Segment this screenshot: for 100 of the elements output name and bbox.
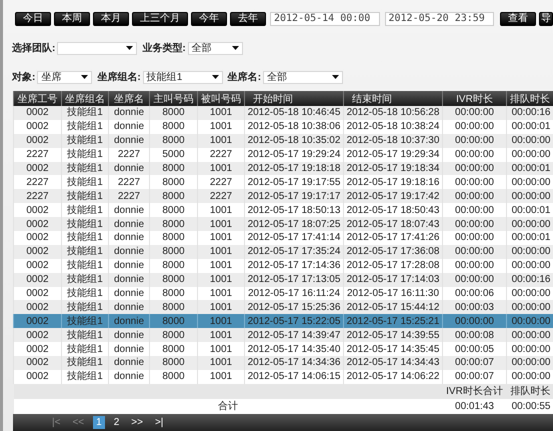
table-cell: 1001 (210, 218, 232, 230)
table-row[interactable]: 0002 技能组1 donnie 8000 1001 2012-05-17 14:06:15 2012-05-17 14:06:22 00:00:07 00:00:00 (14, 370, 552, 384)
date-range-button[interactable]: 本月 (93, 12, 129, 26)
start-date-field[interactable]: 2012-05-14 00:00 (270, 12, 380, 26)
date-range-button[interactable]: 上三个月 (132, 12, 188, 26)
filter-label: 坐席组名: (97, 70, 141, 84)
filter-label: 业务类型: (142, 42, 186, 55)
table-row[interactable]: 0002 技能组1 donnie 8000 1001 2012-05-18 10:38:06 2012-05-18 10:38:24 00:00:00 00:00:01 (14, 120, 552, 134)
date-range-button[interactable]: 去年 (230, 12, 266, 26)
table-cell: 00:00:07 (455, 357, 494, 368)
table-cell: 1001 (210, 302, 232, 313)
table-cell: 1001 (210, 107, 232, 118)
date-range-button[interactable]: 本周 (54, 12, 90, 26)
date-range-button[interactable]: 今日 (15, 12, 51, 26)
total-label: 合计 (218, 400, 238, 412)
table-cell: 1001 (210, 204, 232, 216)
date-range-button[interactable]: 今年 (191, 12, 227, 26)
table-row[interactable]: 0002 技能组1 donnie 8000 1001 2012-05-17 15:25:36 2012-05-17 15:44:12 00:00:03 00:00:00 (14, 300, 552, 314)
table-cell: 1001 (210, 316, 232, 327)
table-cell: 2012-05-17 17:28:08 (346, 260, 440, 272)
table-row[interactable]: 0002 技能组1 donnie 8000 1001 2012-05-17 15:22:05 2012-05-17 15:25:21 00:00:00 00:00:00 (14, 314, 552, 328)
table-row[interactable]: 2227 技能组1 2227 8000 2227 2012-05-17 19:17:17 2012-05-17 19:17:42 00:00:00 00:00:00 (14, 189, 552, 204)
table-cell: donnie (114, 204, 144, 216)
column-header[interactable]: 排队时长 (506, 91, 552, 106)
table-cell: 2012-05-18 10:35:02 (248, 135, 340, 146)
table-cell: 8000 (162, 316, 185, 327)
table-cell: 00:00:00 (455, 121, 494, 132)
table-cell: 00:00:00 (512, 371, 550, 382)
table-cell: 00:00:00 (512, 344, 550, 355)
pager-link[interactable]: >| (152, 416, 166, 429)
table-cell: 00:00:16 (512, 274, 550, 286)
table-row[interactable]: 0002 技能组1 donnie 8000 1001 2012-05-17 14:39:47 2012-05-17 14:39:55 00:00:08 00:00:00 (14, 328, 552, 342)
table-cell: 2012-05-18 10:38:06 (248, 121, 340, 132)
table-cell: 00:00:00 (455, 135, 494, 146)
table-cell: donnie (114, 288, 144, 300)
table-cell: donnie (114, 218, 144, 230)
table-cell: 00:00:03 (455, 302, 494, 313)
table-cell: 8000 (162, 107, 185, 118)
table-cell: 00:00:00 (512, 218, 550, 230)
table-cell: 2012-05-17 19:18:34 (346, 163, 440, 174)
table-cell: 00:00:00 (512, 302, 550, 313)
table-cell: 2227 (26, 149, 49, 160)
table-cell: 00:00:00 (455, 274, 494, 286)
table-cell: 00:00:01 (512, 121, 550, 132)
table-row[interactable]: 0002 技能组1 donnie 8000 1001 2012-05-17 17:35:24 2012-05-17 17:36:08 00:00:00 00:00:00 (14, 244, 552, 259)
table-row[interactable]: 0002 技能组1 donnie 8000 1001 2012-05-17 14:35:40 2012-05-17 14:35:45 00:00:05 00:00:00 (14, 342, 552, 356)
table-cell: 2012-05-17 17:41:26 (346, 232, 440, 244)
table-row[interactable]: 0002 技能组1 donnie 8000 1001 2012-05-17 17:14:36 2012-05-17 17:28:08 00:00:00 00:00:00 (14, 258, 552, 273)
table-cell: 技能组1 (67, 107, 103, 118)
table-cell: 技能组1 (67, 274, 103, 286)
filter-dropdown[interactable] (57, 42, 138, 54)
table-cell: 8000 (162, 330, 185, 341)
table-row[interactable]: 2227 技能组1 2227 8000 2227 2012-05-17 19:17:55 2012-05-17 19:18:16 00:00:00 00:00:00 (14, 175, 552, 190)
column-header[interactable]: IVR时长 (442, 91, 506, 106)
table-cell: 2012-05-17 14:39:47 (248, 330, 340, 341)
table-cell: donnie (114, 246, 144, 258)
table-cell: 00:00:00 (455, 176, 494, 188)
end-date-field[interactable]: 2012-05-20 23:59 (384, 12, 494, 26)
table-cell: 技能组1 (67, 288, 103, 300)
filter-dropdown[interactable]: 技能组1 (142, 70, 223, 84)
column-header[interactable]: 坐席名 (108, 91, 150, 106)
table-cell: 技能组1 (67, 316, 103, 327)
toolbar-button[interactable]: 导 (539, 12, 553, 26)
table-cell: 2012-05-17 17:13:05 (248, 274, 340, 286)
table-row[interactable]: 0002 技能组1 donnie 8000 1001 2012-05-17 14:34:36 2012-05-17 14:34:43 00:00:07 00:00:00 (14, 356, 552, 370)
table-cell: 2227 (210, 149, 232, 160)
table-cell: 2012-05-17 14:34:43 (346, 357, 440, 368)
table-cell: 技能组1 (67, 260, 103, 272)
table-cell: donnie (114, 232, 144, 244)
table-row[interactable]: 0002 技能组1 donnie 8000 1001 2012-05-17 18:50:13 2012-05-17 18:50:43 00:00:00 00:00:01 (14, 203, 552, 218)
column-header[interactable]: 坐席工号 (14, 91, 62, 106)
table-row[interactable]: 0002 技能组1 donnie 8000 1001 2012-05-18 10:35:02 2012-05-18 10:37:30 00:00:00 00:00:00 (14, 134, 552, 148)
table-cell: 00:00:00 (455, 204, 494, 216)
pager-link[interactable]: >> (128, 416, 146, 429)
table-cell: 技能组1 (67, 232, 103, 244)
table-row[interactable]: 0002 技能组1 donnie 8000 1001 2012-05-17 18:07:25 2012-05-17 18:07:43 00:00:00 00:00:00 (14, 217, 552, 232)
filter-dropdown[interactable]: 全部 (263, 70, 344, 84)
table-row[interactable]: 0002 技能组1 donnie 8000 1001 2012-05-18 10:46:45 2012-05-18 10:56:28 00:00:00 00:00:16 (14, 106, 552, 120)
table-cell: donnie (114, 121, 144, 132)
column-header[interactable]: 坐席组名 (62, 91, 108, 106)
column-header[interactable]: 开始时间 (244, 91, 344, 106)
table-cell: 00:00:00 (455, 190, 494, 202)
table-cell: 0002 (26, 260, 49, 272)
column-header[interactable]: 主叫号码 (150, 91, 198, 106)
filter-dropdown[interactable]: 坐席 (37, 70, 92, 84)
table-row[interactable]: 0002 技能组1 donnie 8000 1001 2012-05-17 19:18:18 2012-05-17 19:18:34 00:00:00 00:00:01 (14, 162, 552, 176)
column-header[interactable]: 被叫号码 (198, 91, 244, 106)
column-header[interactable]: 结束时间 (344, 91, 442, 106)
table-row[interactable]: 2227 技能组1 2227 5000 2227 2012-05-17 19:29:24 2012-05-17 19:29:34 00:00:00 00:00:00 (14, 148, 552, 162)
table-row[interactable]: 0002 技能组1 donnie 8000 1001 2012-05-17 17:13:05 2012-05-17 17:14:03 00:00:00 00:00:16 (14, 272, 552, 287)
filter-dropdown[interactable]: 全部 (188, 42, 243, 54)
table-cell: 技能组1 (67, 135, 103, 146)
table-row[interactable]: 0002 技能组1 donnie 8000 1001 2012-05-17 16:11:24 2012-05-17 16:11:30 00:00:06 00:00:00 (14, 286, 552, 300)
pager-link[interactable]: 2 (110, 416, 122, 429)
table-row[interactable]: 0002 技能组1 donnie 8000 1001 2012-05-17 17:41:14 2012-05-17 17:41:26 00:00:00 00:00:01 (14, 231, 552, 245)
table-cell: 2012-05-17 17:36:08 (346, 246, 440, 258)
table-cell: 00:00:00 (512, 246, 550, 258)
table-cell: 8000 (162, 135, 185, 146)
view-button[interactable]: 查看 (500, 12, 536, 26)
filter-label: 选择团队: (12, 42, 56, 55)
